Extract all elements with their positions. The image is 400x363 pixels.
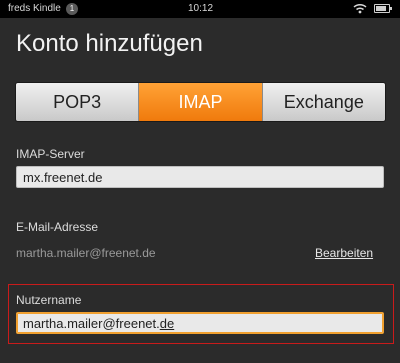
device-name: freds Kindle [8, 3, 61, 14]
clock: 10:12 [188, 3, 214, 14]
email-value: martha.mailer@freenet.de [16, 246, 156, 260]
account-type-tabs: POP3 IMAP Exchange [15, 82, 386, 122]
username-value-prefix: martha.mailer@freenet. [23, 316, 160, 331]
notification-badge[interactable]: 1 [66, 3, 78, 15]
username-label: Nutzername [16, 293, 82, 307]
tab-exchange[interactable]: Exchange [262, 83, 385, 121]
email-label: E-Mail-Adresse [16, 220, 99, 234]
imap-server-label: IMAP-Server [16, 147, 85, 161]
tab-pop3[interactable]: POP3 [16, 83, 140, 121]
wifi-icon [353, 3, 367, 17]
username-value-suffix: de [159, 316, 175, 331]
imap-server-input[interactable]: mx.freenet.de [16, 166, 384, 188]
tab-imap[interactable]: IMAP [139, 83, 263, 121]
status-bar: freds Kindle 1 10:12 [0, 0, 400, 18]
edit-email-link[interactable]: Bearbeiten [315, 246, 373, 260]
username-input[interactable]: martha.mailer@freenet.de [16, 312, 384, 334]
page-title: Konto hinzufügen [16, 30, 203, 57]
battery-icon [374, 4, 392, 13]
